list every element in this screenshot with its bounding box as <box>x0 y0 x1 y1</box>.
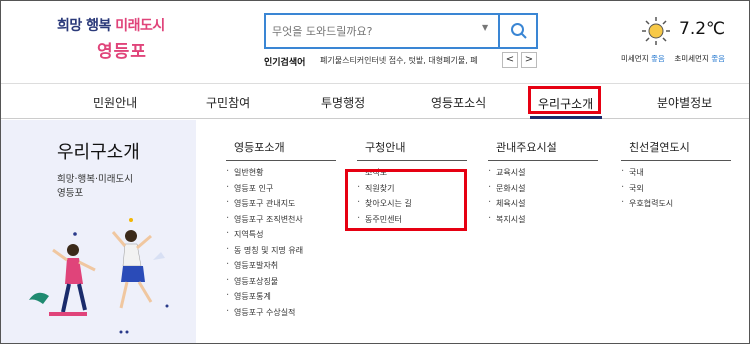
menu-link[interactable]: 국내 <box>621 166 673 183</box>
search-dropdown-caret-icon[interactable]: ▼ <box>482 23 488 32</box>
menu-column-head[interactable]: 관내주요시설 <box>488 139 598 161</box>
nav-item-participation[interactable]: 구민참여 <box>206 94 250 111</box>
menu-link[interactable]: 국외 <box>621 182 673 199</box>
nav-item-about-label: 우리구소개 <box>538 97 594 111</box>
menu-list: 국내 국외 우호협력도시 <box>621 166 673 214</box>
popular-prev-button[interactable]: < <box>502 52 518 68</box>
temperature: 7.2℃ <box>679 19 726 39</box>
menu-link[interactable]: 지역특성 <box>226 228 303 245</box>
menu-link[interactable]: 영등포구 조직변천사 <box>226 213 303 230</box>
sun-icon <box>642 17 670 45</box>
logo-word-hope: 희망 <box>57 18 82 34</box>
fine-dust-value: 좋음 <box>651 54 665 63</box>
menu-link[interactable]: 문화시설 <box>488 182 525 199</box>
ultra-dust-label: 초미세먼지 <box>674 54 709 63</box>
menu-column-head[interactable]: 구청안내 <box>357 139 467 161</box>
submenu-city-name: 영등포 <box>57 188 84 199</box>
menu-link[interactable]: 우호협력도시 <box>621 197 673 214</box>
nav-active-underline <box>530 116 602 119</box>
nav-item-news[interactable]: 영등포소식 <box>431 94 486 111</box>
air-quality: 미세먼지 좋음 초미세먼지 좋음 <box>621 53 725 64</box>
nav-item-field-info[interactable]: 분야별정보 <box>657 94 712 111</box>
nav-item-about[interactable]: 우리구소개 <box>528 86 601 114</box>
submenu-title: 우리구소개 <box>57 142 140 163</box>
page-frame: 희망 행복 미래도시 영등포 ▼ 인기검색어 폐기물스티커인터넷 접수, 텃밭,… <box>0 0 750 344</box>
nav-item-transparency[interactable]: 투명행정 <box>321 94 365 111</box>
menu-column-head[interactable]: 영등포소개 <box>226 139 336 161</box>
menu-link[interactable]: 복지시설 <box>488 213 525 230</box>
menu-link[interactable]: 교육시설 <box>488 166 525 183</box>
search-box: ▼ <box>264 13 538 49</box>
header: 희망 행복 미래도시 영등포 ▼ 인기검색어 폐기물스티커인터넷 접수, 텃밭,… <box>1 1 749 83</box>
logo-word-happy: 행복 <box>86 18 111 34</box>
menu-list: 일반현황 영등포 인구 영등포구 관내지도 영등포구 조직변천사 지역특성 동 … <box>226 166 303 323</box>
search-icon <box>511 23 527 39</box>
menu-link[interactable]: 동 명칭 및 지명 유래 <box>226 244 303 261</box>
menu-link[interactable]: 체육시설 <box>488 197 525 214</box>
popular-next-button[interactable]: > <box>521 52 537 68</box>
menu-link[interactable]: 영등포상징물 <box>226 275 303 292</box>
people-illustration <box>29 218 169 334</box>
menu-list: 교육시설 문화시설 체육시설 복지시설 <box>488 166 525 230</box>
popular-keyword-link[interactable]: 폐기물스티커인터넷 접수, 텃밭, 대형폐기물, 폐 <box>320 55 494 66</box>
submenu-slogan: 희망·행복·미래도시 <box>57 174 133 185</box>
search-button[interactable] <box>498 15 536 47</box>
popular-keywords: 인기검색어 폐기물스티커인터넷 접수, 텃밭, 대형폐기물, 폐 < > <box>264 52 544 69</box>
menu-link[interactable]: 영등포발자취 <box>226 259 303 276</box>
menu-link[interactable]: 영등포 인구 <box>226 182 303 199</box>
logo-slogan: 희망 행복 미래도시 <box>57 15 165 35</box>
search-input[interactable] <box>272 21 472 41</box>
menu-link[interactable]: 영등포구 관내지도 <box>226 197 303 214</box>
menu-link[interactable]: 영등포통계 <box>226 290 303 307</box>
submenu-side-panel: 우리구소개 희망·행복·미래도시 영등포 <box>1 120 196 343</box>
site-logo[interactable]: 희망 행복 미래도시 영등포 <box>57 15 177 67</box>
submenu-subtitle: 희망·행복·미래도시 영등포 <box>57 173 133 201</box>
fine-dust-label: 미세먼지 <box>621 54 649 63</box>
main-nav: 민원안내 구민참여 투명행정 영등포소식 우리구소개 분야별정보 <box>1 83 749 119</box>
weather-widget: 7.2℃ 미세먼지 좋음 초미세먼지 좋음 <box>621 15 746 69</box>
logo-word-future: 미래도시 <box>115 18 165 34</box>
menu-link[interactable]: 영등포구 수상실적 <box>226 306 303 323</box>
nav-item-civil-service[interactable]: 민원안내 <box>93 94 137 111</box>
highlight-box <box>345 169 467 231</box>
menu-column-head[interactable]: 친선결연도시 <box>621 139 731 161</box>
menu-link[interactable]: 일반현황 <box>226 166 303 183</box>
popular-label: 인기검색어 <box>264 58 306 68</box>
logo-name: 영등포 <box>97 42 147 62</box>
ultra-dust-value: 좋음 <box>711 54 726 63</box>
